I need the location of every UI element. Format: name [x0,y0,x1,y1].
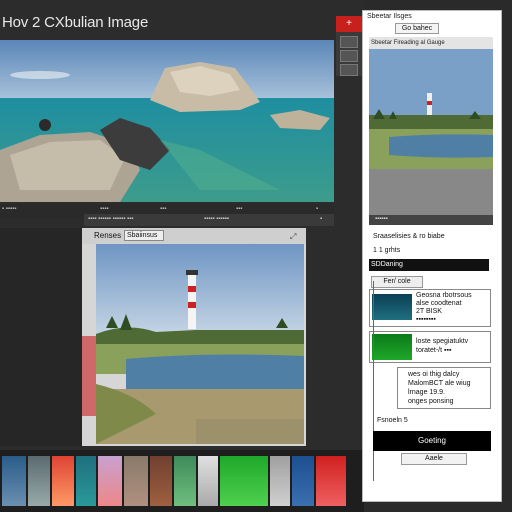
format-button[interactable]: Fer/ cole [371,276,423,288]
filmstrip-thumb[interactable] [316,456,346,506]
filmstrip-thumb[interactable] [76,456,96,506]
mid-item: ▪ [320,216,323,222]
block3-line: lrnage 19.9. [408,389,445,396]
name-input[interactable]: SDDaning [369,259,489,271]
alert-badge[interactable]: + [336,16,362,32]
lighthouse-photo[interactable] [96,244,304,444]
tool-button-2[interactable] [340,50,358,62]
status-item: ▪▪▪ [160,206,167,212]
filmstrip-thumb[interactable] [220,456,268,506]
app-title: Hov 2 CXbulian Image [2,14,149,31]
panel-divider-bar: ▪▪▪▪▪▪ [369,215,493,225]
block2-line: loste spegiatuktv [416,338,469,345]
green-swatch[interactable] [372,334,412,360]
lighthouse-image [96,244,304,444]
mid-item: ▪▪▪▪▪ ▪▪▪▪▪▪ [204,216,230,222]
coastal-rock-image [0,40,334,202]
status-item: ▪▪▪ [236,206,243,212]
block1-line: ▪▪▪▪▪▪▪▪ [416,316,436,323]
filmstrip [0,450,364,512]
panel-tab[interactable]: Go bahec [395,23,439,34]
app-window: Hov 2 CXbulian Image + ▪ ▪▪▪▪▪ ▪▪▪▪ ▪▪▪ … [0,0,512,512]
panel-title: Sbeetar Ilsges [367,13,412,20]
preview-panel: Renses Sbaiinsus ⤢ [82,228,306,446]
secondary-button[interactable]: Aaele [401,453,467,465]
mid-toolbar: ▪▪▪▪ ▪▪▪▪▪▪ ▪▪▪▪▪▪ ▪▪▪ ▪▪▪▪▪ ▪▪▪▪▪▪ ▪ [84,214,334,226]
block1-line: alse coodtenat [416,300,462,307]
primary-button[interactable]: Goeting [373,431,491,451]
filmstrip-thumb[interactable] [52,456,74,506]
status-item: ▪ [316,206,319,212]
option-block-2: loste spegiatuktv toratet-/t ▪▪▪ [369,331,491,363]
filmstrip-thumb[interactable] [150,456,172,506]
filmstrip-thumb[interactable] [124,456,148,506]
side-toolbar: + [336,16,362,76]
teal-swatch[interactable] [372,294,412,320]
selection-marker[interactable] [82,336,96,416]
block3-line: onges ponsing [408,398,454,405]
preview-field[interactable]: Sbaiinsus [124,230,164,241]
panel-preview-photo[interactable] [369,49,493,219]
block1-line: 2T BISK [416,308,442,315]
filmstrip-thumb[interactable] [28,456,50,506]
filmstrip-thumb[interactable] [292,456,314,506]
divider-label: ▪▪▪▪▪▪ [375,216,388,222]
filmstrip-thumb[interactable] [270,456,290,506]
panel-subheader: Sbeetar Fireading al Gauge [369,37,493,49]
guide-line [373,281,374,481]
filmstrip-thumb[interactable] [174,456,196,506]
block2-line: toratet-/t ▪▪▪ [416,347,452,354]
filmstrip-thumb[interactable] [198,456,218,506]
option-block-3: wes oi thig dalcy MalomBCT ale wiug lrna… [397,367,491,409]
panel-lighthouse-image [369,49,493,219]
preview-label: Renses [94,231,122,240]
filmstrip-thumb[interactable] [98,456,122,506]
status-item: ▪▪▪▪ [100,206,109,212]
main-photo[interactable] [0,40,334,202]
workspace: Hov 2 CXbulian Image + ▪ ▪▪▪▪▪ ▪▪▪▪ ▪▪▪ … [0,0,364,512]
footer-label: Fsnoeln 5 [377,417,408,424]
block3-line: wes oi thig dalcy [408,371,460,378]
left-gutter [0,228,82,446]
filmstrip-thumb[interactable] [2,456,26,506]
tool-button-1[interactable] [340,36,358,48]
mid-item: ▪▪▪▪ ▪▪▪▪▪▪ ▪▪▪▪▪▪ ▪▪▪ [88,216,134,222]
option-block-1: Geosna rbotrsous alse coodtenat 2T BISK … [369,289,491,327]
block3-line: MalomBCT ale wiug [408,380,471,387]
preview-header: Renses Sbaiinsus ⤢ [82,228,306,244]
expand-icon[interactable]: ⤢ [290,232,296,242]
properties-panel: Sbeetar Ilsges Go bahec Sbeetar Fireadin… [362,10,502,502]
tool-button-3[interactable] [340,64,358,76]
option-line-2: 1 1 grhts [373,247,401,254]
block1-line: Geosna rbotrsous [416,292,472,299]
status-item: ▪ ▪▪▪▪▪ [2,206,17,212]
option-line-1: Sraaselisies & ro biabe [373,233,445,240]
